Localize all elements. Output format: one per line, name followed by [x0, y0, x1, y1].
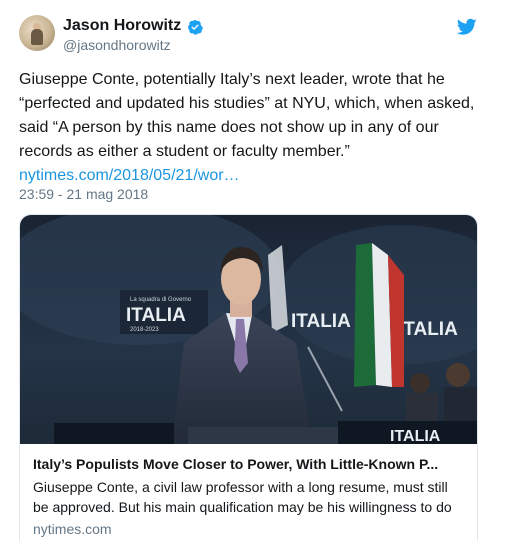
svg-text:ITALIA: ITALIA — [126, 305, 186, 326]
tweet-timestamp[interactable]: 23:59 - 21 mag 2018 — [19, 186, 148, 202]
card-description: Giuseppe Conte, a civil law professor wi… — [33, 477, 469, 517]
banner-center: ITALIA — [291, 311, 351, 332]
card-image[interactable]: La squadra di Governo ITALIA 2018-2023 I… — [20, 215, 477, 444]
link-preview-card[interactable]: La squadra di Governo ITALIA 2018-2023 I… — [19, 214, 478, 541]
display-name[interactable]: Jason Horowitz — [63, 17, 181, 35]
card-description-line: be approved. But his main qualification … — [33, 499, 452, 515]
tweet: Jason Horowitz @jasondhorowitz Giuseppe … — [0, 0, 516, 541]
tweet-text-line: said “A person by this name does not sho… — [19, 119, 439, 136]
tweet-text-line: Giuseppe Conte, potentially Italy’s next… — [19, 71, 445, 88]
avatar-figure — [31, 29, 43, 45]
twitter-bird-icon[interactable] — [457, 18, 477, 36]
tweet-text-line: records as either a student or faculty m… — [19, 143, 350, 160]
svg-text:ITALIA: ITALIA — [390, 428, 441, 444]
svg-text:2018-2023: 2018-2023 — [130, 327, 159, 333]
card-title[interactable]: Italy’s Populists Move Closer to Power, … — [33, 456, 469, 472]
tweet-text-line: “perfected and updated his studies” at N… — [19, 95, 475, 112]
tweet-text: Giuseppe Conte, potentially Italy’s next… — [19, 68, 509, 188]
svg-text:ITALIA: ITALIA — [398, 319, 458, 340]
svg-text:La squadra di Governo: La squadra di Governo — [130, 297, 192, 303]
svg-text:ITALIA: ITALIA — [291, 311, 351, 332]
user-handle[interactable]: @jasondhorowitz — [63, 37, 171, 53]
banner-right: ITALIA — [398, 319, 458, 340]
card-domain[interactable]: nytimes.com — [33, 521, 112, 537]
avatar[interactable] — [19, 15, 55, 51]
verified-badge-icon — [188, 20, 203, 35]
card-description-line: Giuseppe Conte, a civil law professor wi… — [33, 479, 448, 495]
article-link[interactable]: nytimes.com/2018/05/21/wor… — [19, 164, 509, 188]
banner-left: La squadra di Governo ITALIA 2018-2023 — [120, 290, 208, 334]
